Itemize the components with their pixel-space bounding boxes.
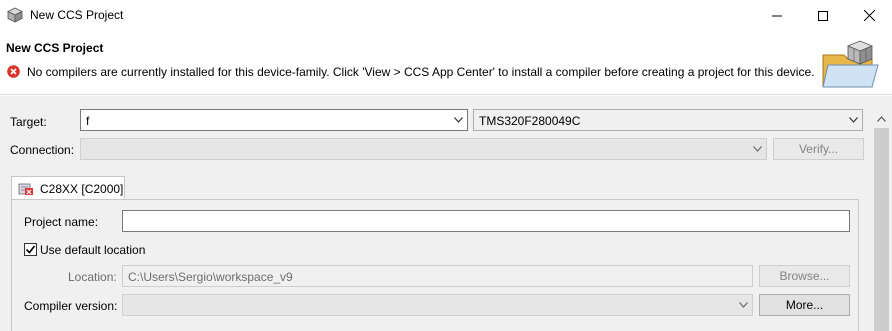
chevron-up-icon [877, 115, 886, 122]
connection-label: Connection: [10, 143, 75, 157]
location-label: Location: [68, 270, 117, 284]
c28xx-chip-icon [18, 183, 33, 195]
target-device-combo[interactable]: TMS320F280049C [473, 109, 863, 131]
target-device-value: TMS320F280049C [479, 114, 581, 128]
more-button[interactable]: More... [759, 294, 850, 316]
maximize-button[interactable] [800, 0, 846, 31]
folder-cube-wizard-icon [822, 40, 879, 88]
chevron-down-icon [849, 117, 858, 123]
connection-combo[interactable] [80, 138, 767, 160]
title-bar: New CCS Project [0, 0, 892, 31]
verify-button[interactable]: Verify... [773, 138, 864, 160]
project-name-label: Project name: [24, 215, 99, 229]
location-input[interactable]: C:\Users\Sergio\workspace_v9 [122, 265, 753, 287]
compiler-version-label: Compiler version: [24, 299, 118, 313]
wizard-header: New CCS Project No compilers are current… [0, 31, 892, 95]
close-button[interactable] [846, 0, 892, 31]
window-title: New CCS Project [30, 8, 124, 22]
tab-label: C28XX [C2000] [40, 182, 124, 196]
location-value: C:\Users\Sergio\workspace_v9 [128, 270, 293, 284]
scroll-up-button[interactable] [871, 110, 892, 127]
ccs-cube-icon [7, 7, 23, 23]
minimize-icon [772, 15, 782, 16]
scroll-thumb[interactable] [874, 128, 889, 331]
target-family-combo[interactable]: f [80, 109, 468, 131]
tab-c28xx[interactable]: C28XX [C2000] [11, 176, 125, 200]
use-default-location-checkbox[interactable] [24, 243, 37, 256]
error-message: No compilers are currently installed for… [27, 65, 815, 79]
project-name-input[interactable] [122, 210, 850, 232]
browse-button[interactable]: Browse... [759, 265, 850, 287]
maximize-icon [818, 10, 828, 21]
chevron-down-icon [739, 302, 748, 308]
close-icon [863, 10, 875, 21]
target-family-value: f [86, 114, 90, 128]
wizard-title: New CCS Project [6, 41, 104, 55]
use-default-location-label: Use default location [40, 243, 146, 257]
target-label: Target: [10, 115, 47, 129]
compiler-version-combo[interactable] [122, 294, 753, 316]
minimize-button[interactable] [754, 0, 800, 31]
error-circle-icon [7, 65, 20, 78]
chevron-down-icon [454, 117, 463, 123]
chevron-down-icon [753, 146, 762, 152]
checkmark-icon [25, 245, 36, 254]
vertical-scrollbar[interactable] [871, 110, 892, 331]
